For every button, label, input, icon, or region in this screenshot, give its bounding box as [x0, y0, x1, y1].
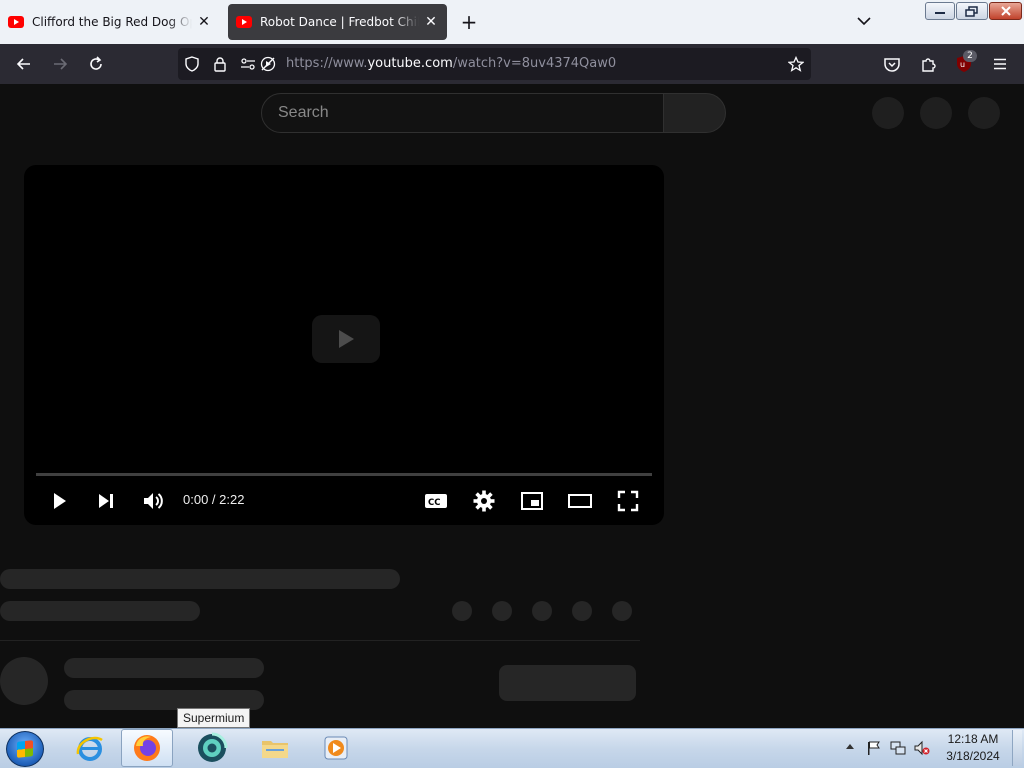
- permissions-icon[interactable]: [240, 56, 256, 72]
- media-player-icon[interactable]: [310, 729, 362, 767]
- tab-close-icon[interactable]: ✕: [196, 14, 212, 30]
- lock-icon[interactable]: [212, 56, 228, 72]
- volume-muted-icon[interactable]: [914, 740, 930, 756]
- extension-badge: 2: [963, 50, 977, 62]
- tab-close-icon[interactable]: ✕: [423, 14, 439, 30]
- meta-skeleton: [0, 601, 200, 621]
- url-prefix: https://www.: [286, 56, 368, 71]
- clock-time: 12:18 AM: [947, 732, 999, 746]
- autoplay-blocked-icon[interactable]: [260, 56, 276, 72]
- action-center-flag-icon[interactable]: [866, 740, 882, 756]
- close-window-button[interactable]: [989, 2, 1022, 20]
- url-bar[interactable]: https://www.youtube.com/watch?v=8uv4374Q…: [178, 48, 811, 80]
- action-skeleton-dot: [572, 601, 592, 621]
- action-skeleton-dot: [532, 601, 552, 621]
- subscribe-skeleton: [499, 665, 636, 701]
- svg-text:CC: CC: [428, 498, 440, 508]
- channel-avatar-skeleton: [0, 657, 48, 705]
- tab-clifford[interactable]: Clifford the Big Red Dog Opening ✕: [0, 4, 220, 40]
- minimize-button[interactable]: [925, 2, 955, 20]
- youtube-favicon-icon: [8, 16, 24, 28]
- video-player[interactable]: 0:00 / 2:22 CC: [24, 165, 664, 525]
- hamburger-menu-icon[interactable]: [988, 52, 1012, 76]
- video-time: 0:00 / 2:22: [183, 492, 245, 507]
- tab-robot-dance[interactable]: Robot Dance | Fredbot Children's ✕: [228, 4, 447, 40]
- search-input[interactable]: [278, 94, 648, 132]
- progress-bar[interactable]: [36, 473, 652, 476]
- list-all-tabs-icon[interactable]: [855, 12, 873, 30]
- channel-name-skeleton: [64, 658, 264, 678]
- internet-explorer-icon[interactable]: [64, 729, 116, 767]
- youtube-favicon-icon: [236, 16, 252, 28]
- show-desktop-button[interactable]: [1012, 730, 1022, 766]
- large-play-button[interactable]: [312, 315, 380, 363]
- url-path: /watch?v=8uv4374Qaw0: [452, 56, 617, 71]
- firefox-icon[interactable]: [121, 729, 173, 767]
- play-icon[interactable]: [45, 487, 73, 515]
- extensions-puzzle-icon[interactable]: [916, 52, 940, 76]
- action-skeleton-dot: [612, 601, 632, 621]
- forward-arrow-icon[interactable]: [48, 52, 72, 76]
- search-box[interactable]: [261, 93, 664, 133]
- settings-gear-icon[interactable]: [470, 487, 498, 515]
- tab-strip: Clifford the Big Red Dog Opening ✕ Robot…: [0, 0, 1024, 44]
- clock-date: 3/18/2024: [946, 749, 1000, 763]
- reload-icon[interactable]: [84, 52, 108, 76]
- next-video-icon[interactable]: [92, 487, 120, 515]
- back-arrow-icon[interactable]: [12, 52, 36, 76]
- search-button[interactable]: [663, 93, 726, 133]
- file-explorer-icon[interactable]: [249, 729, 301, 767]
- volume-icon[interactable]: [139, 487, 167, 515]
- header-placeholder-circle: [968, 97, 1000, 129]
- taskbar-tooltip: Supermium: [177, 708, 251, 728]
- tracking-shield-icon[interactable]: [184, 56, 200, 72]
- supermium-icon[interactable]: [186, 729, 238, 767]
- action-skeleton-dot: [492, 601, 512, 621]
- new-tab-icon[interactable]: +: [459, 10, 479, 34]
- title-skeleton: [0, 569, 400, 589]
- tab-title: Clifford the Big Red Dog Opening: [32, 15, 192, 29]
- header-placeholder-circle: [872, 97, 904, 129]
- miniplayer-icon[interactable]: [518, 487, 546, 515]
- show-hidden-icons-icon[interactable]: [846, 744, 854, 749]
- closed-captions-icon[interactable]: CC: [422, 487, 450, 515]
- url-host: youtube.com: [367, 56, 453, 71]
- header-placeholder-circle: [920, 97, 952, 129]
- start-button[interactable]: [6, 731, 44, 767]
- network-icon[interactable]: [890, 740, 906, 756]
- pocket-icon[interactable]: [880, 52, 904, 76]
- theater-mode-icon[interactable]: [566, 487, 594, 515]
- navigation-toolbar: https://www.youtube.com/watch?v=8uv4374Q…: [0, 44, 1024, 84]
- tab-title: Robot Dance | Fredbot Children's: [260, 15, 419, 29]
- system-clock[interactable]: 12:18 AM 3/18/2024: [940, 731, 1006, 765]
- url-text[interactable]: https://www.youtube.com/watch?v=8uv4374Q…: [286, 56, 616, 71]
- bookmark-star-icon[interactable]: [788, 56, 804, 72]
- channel-sub-skeleton: [64, 690, 264, 710]
- restore-button[interactable]: [956, 2, 988, 20]
- action-skeleton-dot: [452, 601, 472, 621]
- fullscreen-icon[interactable]: [614, 487, 642, 515]
- svg-text:u: u: [960, 60, 965, 69]
- divider: [0, 640, 640, 641]
